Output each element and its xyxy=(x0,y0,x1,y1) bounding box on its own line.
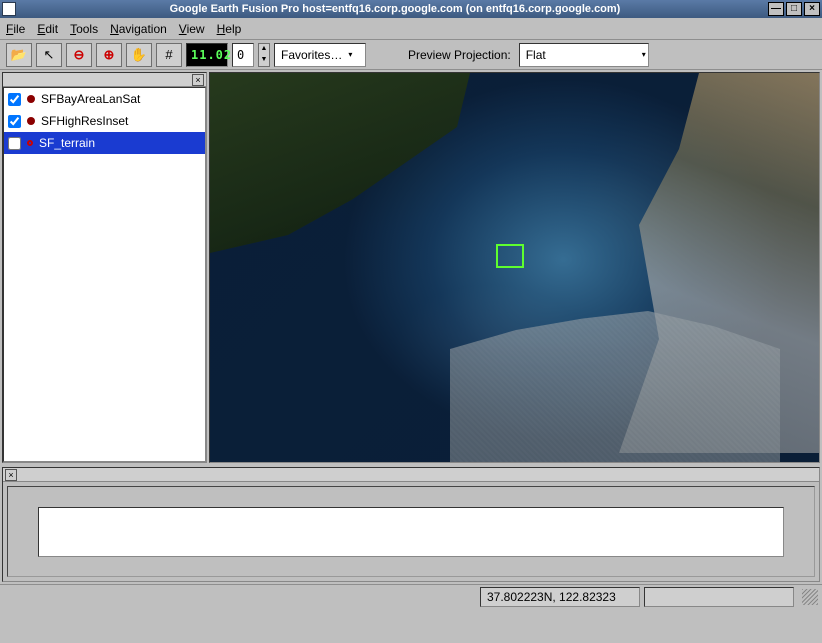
projection-combo[interactable]: Flat ▾ xyxy=(519,43,649,67)
menu-tools[interactable]: Tools xyxy=(70,22,98,36)
pan-tool-button[interactable]: ✋ xyxy=(126,43,152,67)
layer-checkbox[interactable] xyxy=(8,137,21,150)
menu-edit[interactable]: Edit xyxy=(37,22,58,36)
toolbar: 📂 ↖ ⊖ ⊕ ✋ # 11.02 0 ▲ ▼ Favorites… ▾ Pre… xyxy=(0,40,822,70)
progress-panel-close-button[interactable]: × xyxy=(5,469,17,481)
progress-area xyxy=(7,486,815,577)
chevron-down-icon: ▾ xyxy=(642,50,646,59)
progress-panel: × xyxy=(2,467,820,582)
favorites-combo[interactable]: Favorites… ▾ xyxy=(274,43,366,67)
zoom-in-button[interactable]: ⊕ xyxy=(96,43,122,67)
level-spinner[interactable]: ▲ ▼ xyxy=(258,43,270,67)
menu-file[interactable]: File xyxy=(6,22,25,36)
layer-item-sfhighres[interactable]: SFHighResInset xyxy=(4,110,205,132)
progress-panel-header: × xyxy=(3,468,819,482)
layers-sidebar: × SFBayAreaLanSat SFHighResInset SF_terr… xyxy=(2,72,207,463)
zoom-level-display: 11.02 xyxy=(186,43,228,67)
status-coordinates: 37.802223N, 122.82323 xyxy=(480,587,640,607)
resize-grip-icon[interactable] xyxy=(802,589,818,605)
sidebar-header: × xyxy=(3,73,206,87)
close-button[interactable]: × xyxy=(804,2,820,16)
app-icon xyxy=(2,2,16,16)
selection-marker[interactable] xyxy=(496,244,524,268)
window-title: Google Earth Fusion Pro host=entfq16.cor… xyxy=(22,3,768,15)
layer-item-sfterrain[interactable]: SF_terrain xyxy=(4,132,205,154)
chevron-down-icon: ▾ xyxy=(348,50,352,59)
layer-name: SF_terrain xyxy=(39,136,95,150)
zoom-out-button[interactable]: ⊖ xyxy=(66,43,92,67)
progress-track xyxy=(38,507,784,557)
layer-status-icon xyxy=(27,117,35,125)
grid-icon: # xyxy=(165,47,172,62)
layer-status-icon xyxy=(27,95,35,103)
select-tool-button[interactable]: ↖ xyxy=(36,43,62,67)
projection-label: Preview Projection: xyxy=(404,48,515,62)
layer-name: SFBayAreaLanSat xyxy=(41,92,140,106)
chevron-down-icon: ▼ xyxy=(259,55,269,66)
zoom-out-icon: ⊖ xyxy=(74,47,85,63)
layer-checkbox[interactable] xyxy=(8,93,21,106)
minimize-button[interactable]: — xyxy=(768,2,784,16)
menu-navigation[interactable]: Navigation xyxy=(110,22,167,36)
favorites-label: Favorites… xyxy=(281,48,342,62)
maximize-button[interactable]: □ xyxy=(786,2,802,16)
layer-list[interactable]: SFBayAreaLanSat SFHighResInset SF_terrai… xyxy=(3,87,206,462)
sidebar-close-button[interactable]: × xyxy=(192,74,204,86)
layer-name: SFHighResInset xyxy=(41,114,128,128)
layer-item-sfbayarealan[interactable]: SFBayAreaLanSat xyxy=(4,88,205,110)
grid-tool-button[interactable]: # xyxy=(156,43,182,67)
main-area: × SFBayAreaLanSat SFHighResInset SF_terr… xyxy=(0,70,822,465)
layer-status-icon xyxy=(27,140,33,146)
level-input[interactable]: 0 xyxy=(232,43,254,67)
arrow-cursor-icon: ↖ xyxy=(44,47,55,63)
folder-open-icon: 📂 xyxy=(11,47,27,63)
layer-checkbox[interactable] xyxy=(8,115,21,128)
window-titlebar: Google Earth Fusion Pro host=entfq16.cor… xyxy=(0,0,822,18)
map-viewport[interactable] xyxy=(209,72,820,463)
menu-help[interactable]: Help xyxy=(217,22,242,36)
status-cell-empty xyxy=(644,587,794,607)
chevron-up-icon: ▲ xyxy=(259,44,269,55)
projection-value: Flat xyxy=(526,48,546,62)
zoom-in-icon: ⊕ xyxy=(104,47,115,63)
menu-view[interactable]: View xyxy=(179,22,205,36)
menu-bar: File Edit Tools Navigation View Help xyxy=(0,18,822,40)
status-bar: 37.802223N, 122.82323 xyxy=(0,584,822,608)
open-button[interactable]: 📂 xyxy=(6,43,32,67)
hand-icon: ✋ xyxy=(131,47,147,63)
